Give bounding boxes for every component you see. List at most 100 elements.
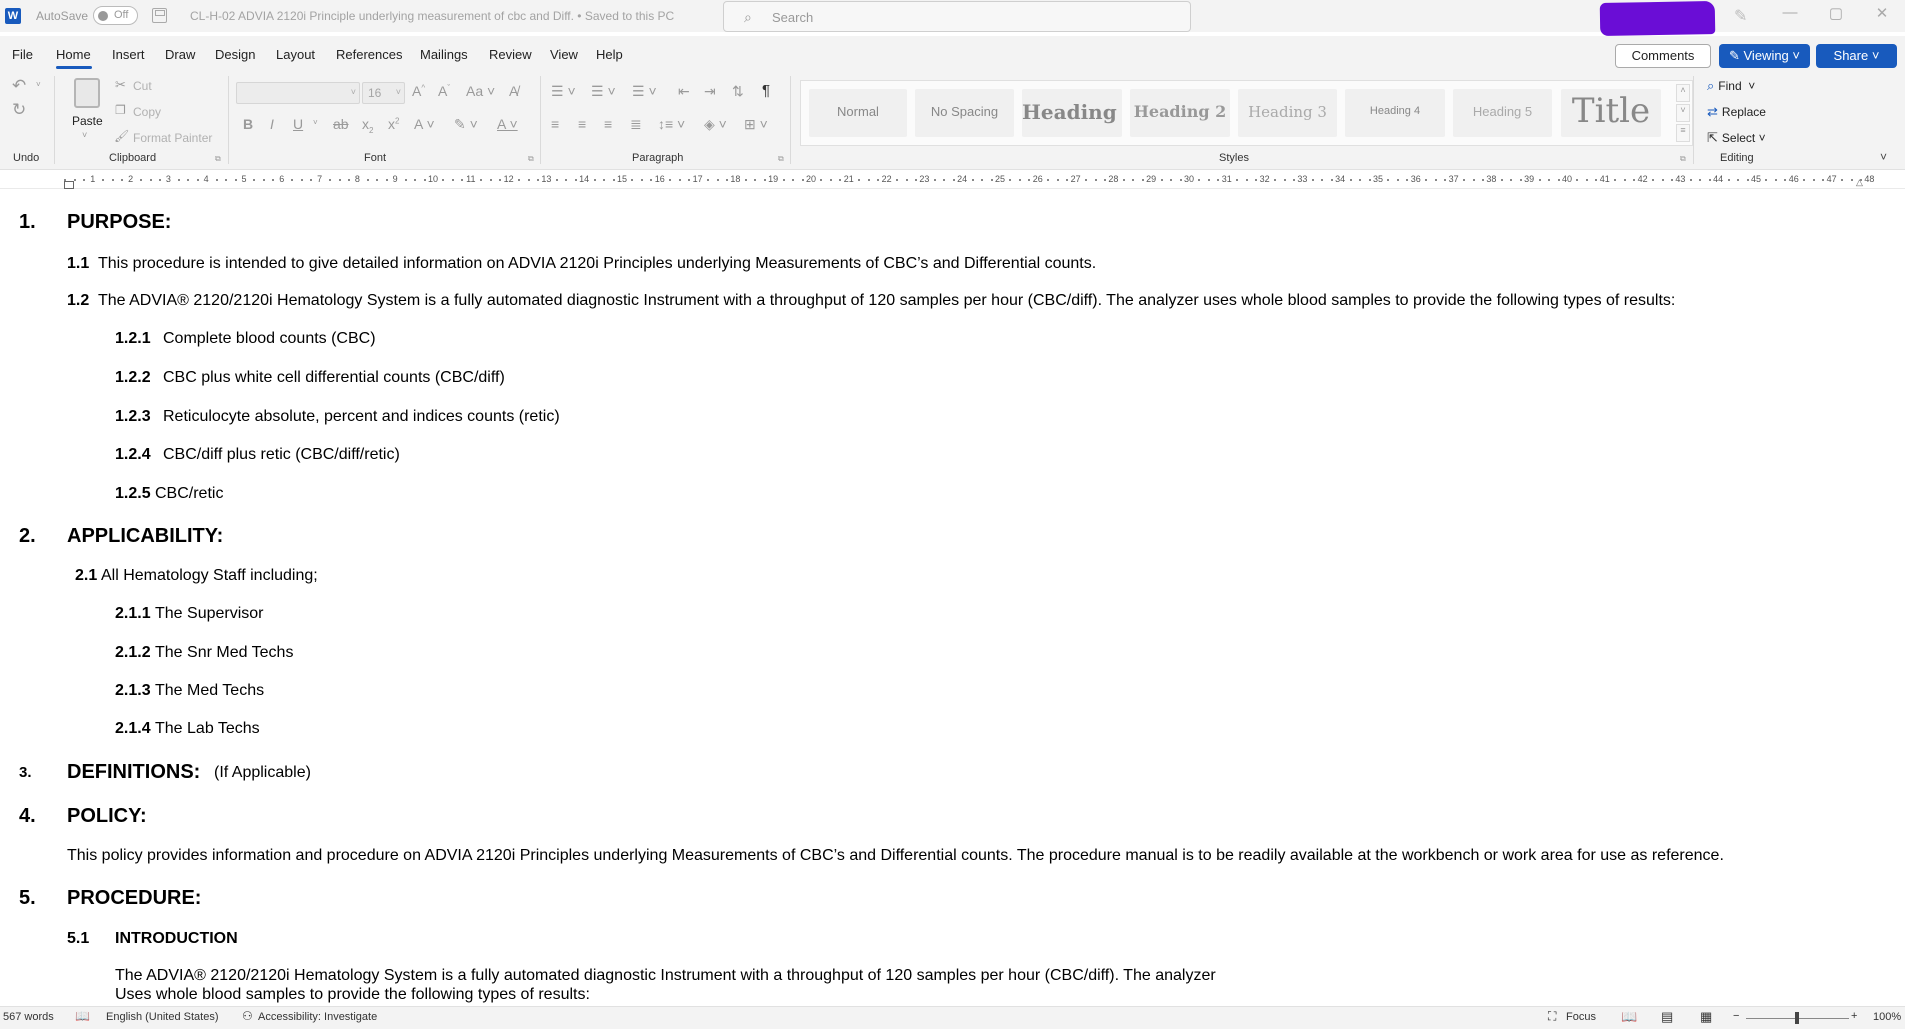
clipboard-launcher-icon[interactable]: ⧉ [215, 154, 221, 164]
style-no-spacing[interactable]: No Spacing [915, 89, 1014, 137]
replace-button[interactable]: ⇄ Replace [1707, 104, 1766, 120]
paste-icon[interactable] [74, 78, 100, 108]
style-heading-4[interactable]: Heading 4 [1345, 89, 1445, 137]
horizontal-ruler[interactable]: △ 1 2 3 4 5 6 7 8 9 10 11 12 13 14 15 16 17 18 19 20 21 22 23 2… [0, 171, 1905, 189]
minimize-button[interactable]: — [1775, 4, 1805, 21]
justify-icon[interactable]: ≣ [630, 116, 642, 133]
tab-layout[interactable]: Layout [276, 47, 315, 62]
indent-marker[interactable] [64, 181, 74, 189]
font-size-combo[interactable]: 16 ˅ [362, 82, 405, 104]
bold-icon[interactable]: B [243, 116, 253, 132]
document-title[interactable]: CL-H-02 ADVIA 2120i Principle underlying… [190, 9, 674, 23]
format-painter-icon[interactable]: 🖌 [114, 129, 129, 143]
bullets-icon[interactable]: ☰ ˅ [551, 83, 576, 100]
align-left-icon[interactable]: ≡ [551, 116, 559, 132]
numbering-icon[interactable]: ☰ ˅ [591, 83, 616, 100]
sort-icon[interactable]: ⇅ [732, 83, 744, 100]
font-color-icon[interactable]: A ˅ [497, 116, 518, 132]
style-title[interactable]: Title [1561, 89, 1661, 137]
underline-dropdown-icon[interactable]: ˅ [313, 118, 318, 127]
shrink-font-icon[interactable]: Aˇ [438, 83, 450, 99]
pen-icon[interactable]: ✎ [1734, 6, 1747, 26]
show-formatting-marks-icon[interactable]: ¶ [762, 82, 770, 99]
grow-font-icon[interactable]: A^ [412, 83, 425, 99]
web-layout-icon[interactable]: ▦ [1700, 1009, 1712, 1025]
format-painter-button[interactable]: Format Painter [133, 131, 212, 145]
line-spacing-icon[interactable]: ↕≡ ˅ [658, 116, 685, 132]
subscript-icon[interactable]: x2 [362, 116, 373, 135]
style-heading-2[interactable]: Heading 2 [1130, 89, 1230, 137]
language-status[interactable]: English (United States) [106, 1011, 219, 1023]
multilevel-list-icon[interactable]: ☰ ˅ [632, 83, 657, 100]
increase-indent-icon[interactable]: ⇥ [704, 83, 716, 100]
autosave-toggle[interactable]: Off [93, 6, 138, 25]
redo-icon[interactable]: ↻ [12, 100, 26, 120]
style-normal[interactable]: Normal [809, 89, 907, 137]
word-count[interactable]: 567 words [3, 1011, 54, 1023]
superscript-icon[interactable]: x2 [388, 116, 399, 132]
zoom-slider-thumb[interactable] [1795, 1012, 1799, 1024]
zoom-out-icon[interactable]: − [1733, 1010, 1739, 1022]
shading-icon[interactable]: ◈ ˅ [704, 116, 727, 133]
paste-button[interactable]: Paste [72, 114, 103, 128]
proofing-icon[interactable]: 📖 [75, 1009, 90, 1023]
align-center-icon[interactable]: ≡ [578, 116, 586, 132]
account-redaction[interactable] [1599, 0, 1716, 37]
cut-button[interactable]: Cut [133, 79, 152, 93]
gallery-up-icon[interactable]: ˄ [1676, 84, 1690, 102]
close-button[interactable]: ✕ [1867, 4, 1897, 22]
align-right-icon[interactable]: ≡ [604, 116, 612, 132]
italic-icon[interactable]: I [270, 116, 274, 132]
text-effects-icon[interactable]: A ˅ [414, 116, 435, 132]
highlight-icon[interactable]: ✎ ˅ [454, 116, 478, 133]
zoom-level[interactable]: 100% [1873, 1011, 1901, 1023]
tab-review[interactable]: Review [489, 47, 532, 62]
zoom-in-icon[interactable]: + [1851, 1010, 1857, 1022]
paragraph-launcher-icon[interactable]: ⧉ [778, 154, 784, 164]
undo-dropdown-icon[interactable]: ˅ [36, 80, 41, 89]
tab-references[interactable]: References [336, 47, 402, 62]
copy-button[interactable]: Copy [133, 105, 161, 119]
change-case-icon[interactable]: Aa ˅ [466, 83, 495, 99]
viewing-button[interactable]: ✎ Viewing ˅ [1719, 44, 1810, 68]
paste-dropdown-icon[interactable]: ˅ [82, 130, 87, 140]
tab-design[interactable]: Design [215, 47, 255, 62]
tab-home[interactable]: Home [56, 47, 91, 62]
clear-formatting-icon[interactable]: A̸ [509, 83, 518, 99]
tab-insert[interactable]: Insert [112, 47, 145, 62]
font-launcher-icon[interactable]: ⧉ [528, 154, 534, 164]
focus-icon[interactable]: ⛶ [1548, 1009, 1556, 1024]
comments-button[interactable]: Comments [1615, 44, 1711, 68]
accessibility-status[interactable]: Accessibility: Investigate [258, 1011, 377, 1023]
gallery-down-icon[interactable]: ˅ [1676, 104, 1690, 122]
font-name-combo[interactable]: ˅ [236, 82, 360, 104]
tab-draw[interactable]: Draw [165, 47, 195, 62]
print-layout-icon[interactable]: ▤ [1661, 1009, 1673, 1025]
gallery-more-icon[interactable]: ≡ [1676, 124, 1690, 142]
collapse-ribbon-icon[interactable]: ˅ [1880, 150, 1887, 164]
tab-view[interactable]: View [550, 47, 578, 62]
search-box[interactable]: ⌕ Search [723, 1, 1191, 32]
copy-icon[interactable]: ❐ [115, 103, 126, 117]
cut-icon[interactable]: ✂ [115, 77, 126, 93]
decrease-indent-icon[interactable]: ⇤ [678, 83, 690, 100]
document-page[interactable]: 1. PURPOSE: 1.1 This procedure is intend… [0, 190, 1905, 1006]
undo-icon[interactable]: ↶ [12, 76, 26, 96]
underline-icon[interactable]: U [293, 116, 303, 132]
tab-mailings[interactable]: Mailings [420, 47, 468, 62]
save-icon[interactable] [152, 8, 167, 23]
style-heading-3[interactable]: Heading 3 [1238, 89, 1337, 137]
find-button[interactable]: ⌕ Find ˅ [1707, 78, 1755, 94]
strikethrough-icon[interactable]: ab [333, 116, 349, 132]
focus-button[interactable]: Focus [1566, 1011, 1596, 1023]
style-heading-1[interactable]: Heading 1 [1022, 89, 1122, 137]
tab-file[interactable]: File [12, 47, 33, 62]
borders-icon[interactable]: ⊞ ˅ [744, 116, 768, 133]
read-mode-icon[interactable]: 📖 [1621, 1009, 1637, 1025]
share-button[interactable]: Share ˅ [1816, 44, 1897, 68]
maximize-button[interactable]: ▢ [1821, 4, 1851, 22]
select-button[interactable]: ⇱ Select ˅ [1707, 130, 1766, 146]
styles-launcher-icon[interactable]: ⧉ [1680, 154, 1686, 164]
tab-help[interactable]: Help [596, 47, 623, 62]
style-heading-5[interactable]: Heading 5 [1453, 89, 1552, 137]
